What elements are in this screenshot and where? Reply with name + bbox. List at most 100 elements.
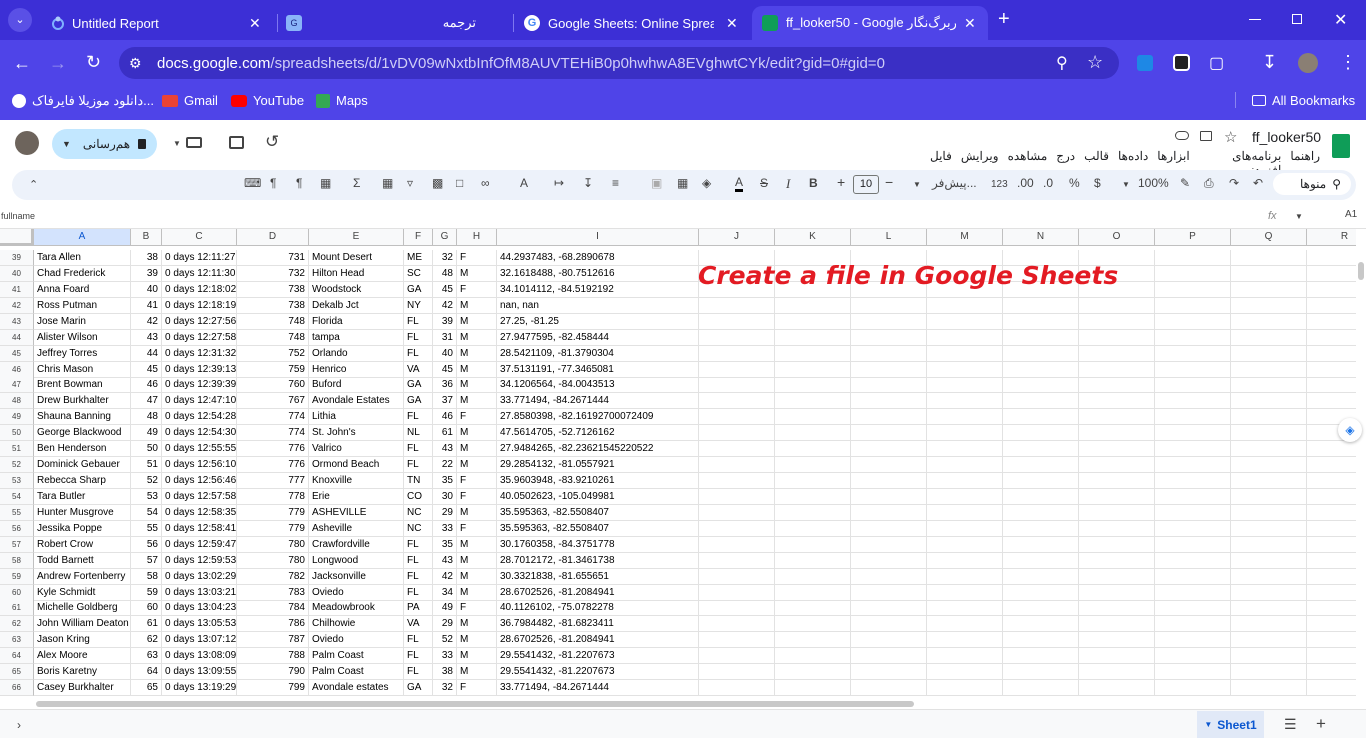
table-cell[interactable] (1307, 600, 1356, 617)
table-cell[interactable] (775, 600, 851, 617)
table-cell[interactable]: 44 (131, 345, 162, 362)
download-icon[interactable]: ↧ (1262, 52, 1277, 73)
doc-title[interactable]: ff_looker50 (1252, 129, 1321, 145)
table-cell[interactable]: M (457, 632, 497, 649)
table-cell[interactable]: PA (404, 600, 433, 617)
row-header[interactable]: 63 (0, 632, 34, 649)
table-cell[interactable]: 0 days 12:59:47 (162, 536, 237, 553)
table-cell[interactable] (1079, 425, 1155, 442)
table-cell[interactable]: FL (404, 441, 433, 458)
table-cell[interactable]: 0 days 13:04:23 (162, 600, 237, 617)
table-cell[interactable] (699, 536, 775, 553)
table-cell[interactable]: Michelle Goldberg (34, 600, 131, 617)
table-cell[interactable] (1307, 346, 1356, 362)
table-cell[interactable]: Jacksonville (309, 568, 404, 585)
table-cell[interactable]: 40 (131, 281, 162, 298)
table-cell[interactable]: FL (404, 584, 433, 601)
table-cell[interactable] (1231, 616, 1307, 633)
table-cell[interactable]: F (457, 409, 497, 426)
table-cell[interactable] (851, 600, 927, 617)
table-cell[interactable]: 42 (433, 297, 457, 314)
table-cell[interactable]: 783 (237, 584, 309, 601)
strikethrough-button[interactable]: S (760, 176, 768, 190)
table-cell[interactable]: Casey Burkhalter (34, 680, 131, 697)
profile-avatar[interactable] (1298, 53, 1318, 73)
table-cell[interactable] (1079, 648, 1155, 665)
table-cell[interactable]: Andrew Fortenberry (34, 568, 131, 585)
table-cell[interactable] (1307, 441, 1356, 458)
table-cell[interactable] (1155, 504, 1231, 521)
table-cell[interactable]: 0 days 12:11:27 (162, 250, 237, 266)
table-cell[interactable]: 39 (131, 265, 162, 282)
table-cell[interactable] (851, 329, 927, 346)
table-cell[interactable] (775, 616, 851, 633)
table-cell[interactable] (1079, 600, 1155, 617)
table-cell[interactable] (1307, 330, 1356, 346)
table-cell[interactable]: 0 days 13:09:55 (162, 664, 237, 681)
row-header[interactable]: 57 (0, 536, 34, 553)
table-cell[interactable] (1231, 313, 1307, 330)
table-cell[interactable] (699, 664, 775, 681)
table-cell[interactable] (1003, 361, 1079, 378)
row-header[interactable]: 41 (0, 281, 34, 298)
table-cell[interactable]: Orlando (309, 345, 404, 362)
table-cell[interactable] (851, 616, 927, 633)
table-cell[interactable]: Avondale Estates (309, 393, 404, 410)
table-cell[interactable]: 759 (237, 361, 309, 378)
text-wrap-icon[interactable]: ↦ (554, 176, 564, 190)
menu-item[interactable]: برنامه‌های افزودنی (1199, 149, 1281, 177)
table-cell[interactable] (927, 377, 1003, 394)
table-cell[interactable]: 55 (131, 520, 162, 537)
table-cell[interactable]: 790 (237, 664, 309, 681)
bookmark-star-icon[interactable]: ☆ (1087, 52, 1103, 73)
table-cell[interactable]: 35.9603948, -83.9210261 (497, 473, 699, 490)
column-header-a[interactable]: A (34, 229, 131, 246)
sheet-tab-dropdown-icon[interactable]: ▼ (1204, 720, 1212, 729)
table-cell[interactable] (851, 409, 927, 426)
paint-format-icon[interactable]: ✎ (1180, 176, 1190, 190)
back-arrow-icon[interactable]: ← (13, 54, 31, 72)
table-cell[interactable] (1155, 345, 1231, 362)
table-cell[interactable] (775, 648, 851, 665)
table-cell[interactable] (1307, 393, 1356, 410)
table-cell[interactable] (927, 600, 1003, 617)
table-cell[interactable]: FL (404, 648, 433, 665)
table-cell[interactable] (1231, 345, 1307, 362)
table-cell[interactable] (1231, 409, 1307, 426)
table-cell[interactable]: 49 (131, 425, 162, 442)
table-cell[interactable] (1155, 297, 1231, 314)
meet-dropdown-icon[interactable]: ▼ (173, 139, 181, 148)
table-cell[interactable] (775, 441, 851, 458)
table-cell[interactable]: 52 (433, 632, 457, 649)
table-cell[interactable]: Dekalb Jct (309, 297, 404, 314)
table-cell[interactable]: Tara Butler (34, 488, 131, 505)
table-cell[interactable]: F (457, 680, 497, 697)
table-cell[interactable] (851, 584, 927, 601)
table-cell[interactable] (1307, 569, 1356, 585)
table-cell[interactable]: George Blackwood (34, 425, 131, 442)
meet-video-icon[interactable] (186, 137, 202, 148)
site-info-icon[interactable]: ⚙ (129, 55, 142, 72)
table-cell[interactable]: NC (404, 504, 433, 521)
table-cell[interactable]: 43 (131, 329, 162, 346)
zoom-select[interactable]: 100% (1138, 176, 1169, 190)
column-header-h[interactable]: H (457, 229, 497, 246)
table-cell[interactable]: 774 (237, 409, 309, 426)
functions-button[interactable]: Σ (353, 176, 360, 190)
table-cell[interactable]: FL (404, 664, 433, 681)
table-cell[interactable] (1155, 536, 1231, 553)
row-header[interactable]: 50 (0, 425, 34, 442)
menu-search[interactable]: منوها ⚲ (1273, 173, 1351, 195)
table-cell[interactable] (699, 520, 775, 537)
table-cell[interactable] (1231, 425, 1307, 442)
new-tab-button[interactable]: + (998, 8, 1010, 31)
table-cell[interactable] (1155, 648, 1231, 665)
table-cell[interactable] (1155, 520, 1231, 537)
table-cell[interactable] (927, 313, 1003, 330)
table-cell[interactable] (1155, 250, 1231, 266)
table-cell[interactable]: 748 (237, 313, 309, 330)
filter-icon[interactable]: ▿ (407, 176, 413, 190)
horizontal-scrollbar[interactable] (36, 701, 914, 707)
insert-link-icon[interactable]: ∞ (481, 176, 490, 190)
table-cell[interactable]: VA (404, 616, 433, 633)
